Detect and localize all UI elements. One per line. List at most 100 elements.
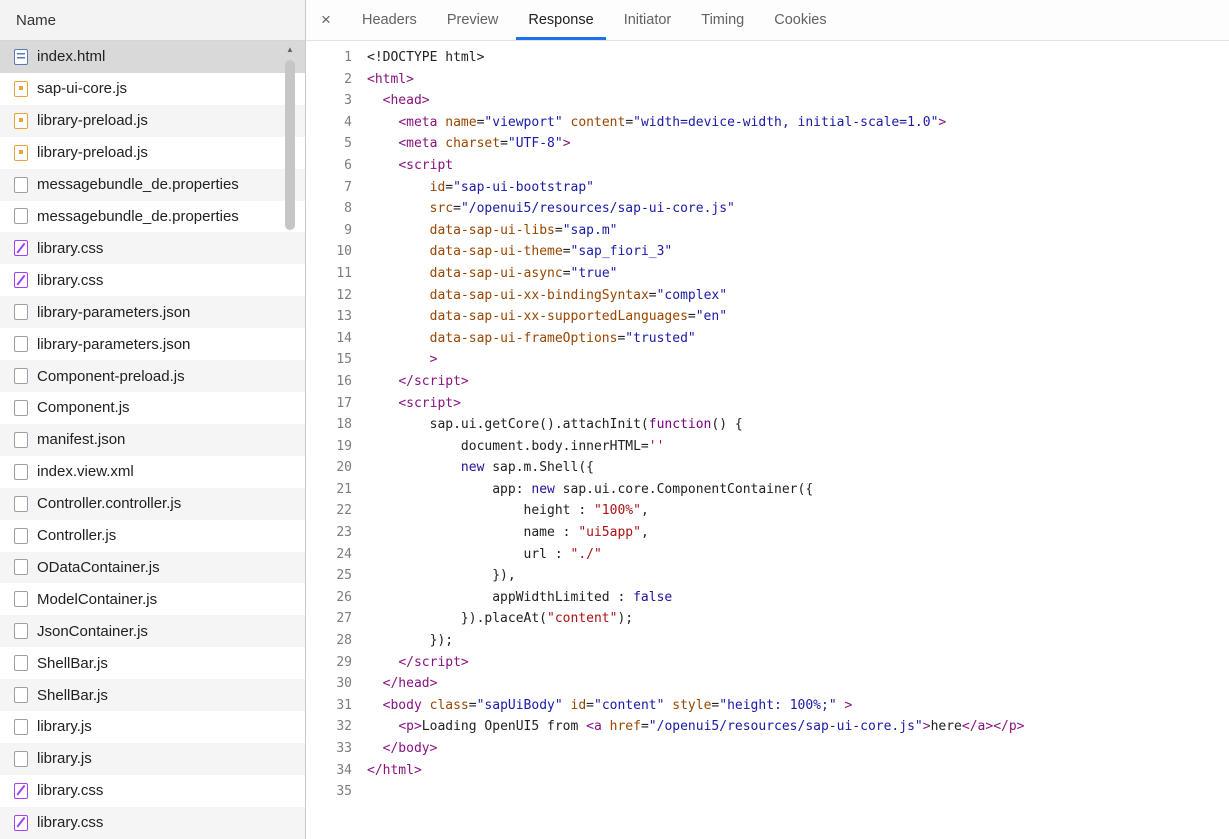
request-row[interactable]: Controller.js — [0, 520, 305, 552]
line-content: }); — [352, 630, 453, 652]
request-row[interactable]: library-parameters.json — [0, 328, 305, 360]
line-content: new sap.m.Shell({ — [352, 457, 594, 479]
plain-file-icon — [14, 176, 28, 193]
request-row[interactable]: Component.js — [0, 392, 305, 424]
line-content: document.body.innerHTML='' — [352, 436, 665, 458]
request-row[interactable]: sap-ui-core.js — [0, 73, 305, 105]
scroll-up-icon[interactable]: ▲ — [283, 43, 297, 57]
tab-initiator[interactable]: Initiator — [612, 0, 684, 40]
line-number: 35 — [336, 784, 352, 800]
line-number: 22 — [336, 503, 352, 519]
code-token: = — [500, 136, 508, 152]
code-line: 31 <body class="sapUiBody" id="content" … — [306, 695, 1229, 717]
line-content: </script> — [352, 652, 468, 674]
line-number: 29 — [336, 654, 352, 670]
js-file-icon — [14, 112, 28, 129]
request-row[interactable]: ShellBar.js — [0, 679, 305, 712]
line-number: 6 — [344, 157, 352, 173]
line-number: 11 — [336, 265, 352, 281]
request-row[interactable]: ODataContainer.js — [0, 551, 305, 584]
request-row[interactable]: index.view.xml — [0, 456, 305, 488]
request-row[interactable]: library-preload.js — [0, 104, 305, 137]
code-token: = — [453, 201, 461, 217]
tab-preview[interactable]: Preview — [435, 0, 511, 40]
code-token: appWidthLimited : — [367, 589, 634, 605]
request-row[interactable]: library.css — [0, 232, 305, 265]
code-line: 34 </html> — [306, 760, 1229, 782]
code-token: src — [429, 201, 454, 217]
request-row[interactable]: JsonContainer.js — [0, 615, 305, 648]
line-number: 24 — [336, 546, 352, 562]
code-token: = — [562, 244, 571, 260]
code-token: </body> — [382, 741, 438, 756]
code-token: </script> — [398, 373, 469, 389]
code-token: "sap.m" — [562, 222, 618, 238]
plain-file-icon — [14, 591, 28, 608]
code-token: function — [648, 417, 712, 433]
request-row[interactable]: manifest.json — [0, 423, 305, 456]
request-row[interactable]: messagebundle_de.properties — [0, 201, 305, 233]
code-line: 10 data-sap-ui-theme="sap_fiori_3" — [306, 241, 1229, 263]
code-token: }), — [367, 568, 516, 584]
request-row[interactable]: library.js — [0, 711, 305, 743]
tab-label: Preview — [446, 12, 499, 28]
request-list-scrollbar[interactable]: ▲ — [283, 43, 297, 835]
file-name: JsonContainer.js — [37, 622, 148, 640]
line-content: app: new sap.ui.core.ComponentContainer(… — [352, 479, 813, 501]
devtools-network-panel: Name index.html sap-ui-core.js library-p… — [0, 0, 1229, 839]
line-content: data-sap-ui-theme="sap_fiori_3" — [352, 241, 673, 263]
line-number: 28 — [336, 633, 352, 649]
code-token: }); — [367, 633, 454, 649]
request-row[interactable]: messagebundle_de.properties — [0, 168, 305, 201]
js-file-icon — [14, 144, 28, 161]
file-name: library-preload.js — [37, 144, 148, 162]
code-token: data-sap-ui-libs — [429, 222, 555, 238]
code-line: 24 url : "./" — [306, 544, 1229, 566]
line-content: data-sap-ui-xx-bindingSyntax="complex" — [352, 285, 727, 307]
line-content: </script> — [352, 371, 469, 393]
request-row[interactable]: Controller.controller.js — [0, 487, 305, 520]
tab-response[interactable]: Response — [516, 0, 606, 40]
code-line: 19 document.body.innerHTML='' — [306, 436, 1229, 458]
scrollbar-thumb[interactable] — [285, 60, 295, 230]
code-token: }).placeAt( — [367, 611, 548, 627]
code-line: 12 data-sap-ui-xx-bindingSyntax="complex… — [306, 285, 1229, 307]
code-token: = — [554, 222, 563, 238]
request-row[interactable]: index.html — [0, 41, 305, 73]
request-row[interactable]: ShellBar.js — [0, 647, 305, 679]
request-row[interactable]: ModelContainer.js — [0, 583, 305, 615]
request-row[interactable]: library.css — [0, 806, 305, 839]
code-token: class — [429, 697, 469, 713]
code-token: = — [586, 697, 594, 713]
tab-headers[interactable]: Headers — [350, 0, 429, 40]
css-file-icon — [14, 814, 28, 831]
file-name: Controller.js — [37, 527, 117, 545]
tab-cookies[interactable]: Cookies — [762, 0, 838, 40]
code-line: 15 > — [306, 349, 1229, 371]
request-row[interactable]: library-parameters.json — [0, 296, 305, 329]
file-name: library.css — [37, 271, 104, 289]
request-row[interactable]: library.js — [0, 742, 305, 775]
request-row[interactable]: Component-preload.js — [0, 360, 305, 392]
close-icon[interactable]: × — [313, 10, 339, 30]
code-line: 20 new sap.m.Shell({ — [306, 457, 1229, 479]
request-detail-panel: × Headers Preview Response Initiator Tim… — [306, 0, 1229, 839]
request-row[interactable]: library-preload.js — [0, 137, 305, 169]
plain-file-icon — [14, 623, 28, 640]
name-column-header[interactable]: Name — [0, 0, 305, 41]
request-row[interactable]: library.css — [0, 775, 305, 807]
code-token: = — [640, 719, 649, 735]
plain-file-icon — [14, 559, 28, 576]
code-token: > — [922, 719, 931, 735]
code-token: <head> — [382, 93, 430, 109]
response-code-viewer[interactable]: 1 <!DOCTYPE html> 2 <html> 3 <head> 4 <m… — [306, 41, 1229, 839]
tab-timing[interactable]: Timing — [689, 0, 756, 40]
code-line: 35 — [306, 781, 1229, 803]
line-number: 19 — [336, 438, 352, 454]
tab-label: Cookies — [774, 12, 827, 28]
code-token: </html> — [367, 762, 422, 778]
request-row[interactable]: library.css — [0, 264, 305, 296]
